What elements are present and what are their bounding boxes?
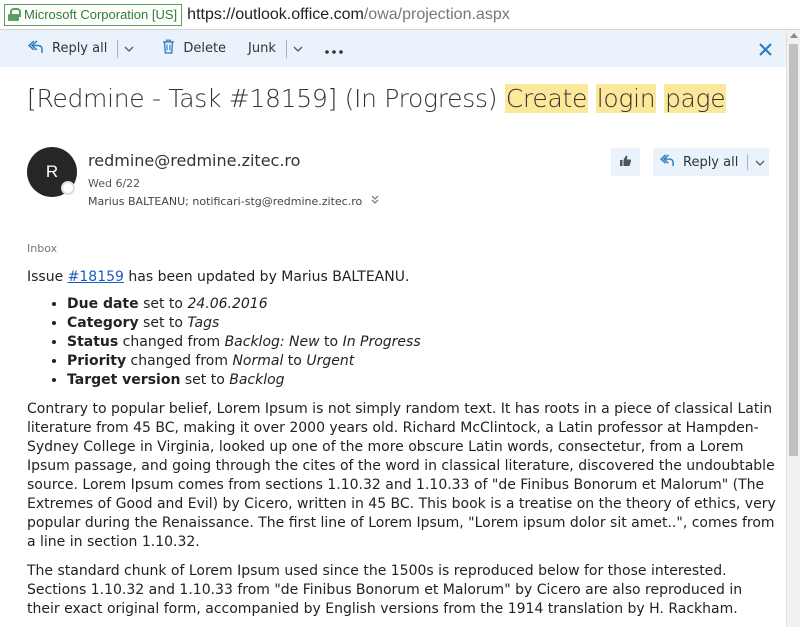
like-icon [619,154,632,171]
reply-all-message-button[interactable]: Reply all [653,148,769,176]
address-bar[interactable]: Microsoft Corporation [US] https://outlo… [0,0,800,30]
body-paragraph: Contrary to popular belief, Lorem Ipsum … [27,401,776,550]
lock-icon [8,8,21,21]
list-item: Status changed from Backlog: New to In P… [67,333,779,352]
trash-icon [162,39,175,58]
presence-status-icon [61,181,75,195]
field-value: In Progress [342,334,421,350]
list-item: Due date set to 24.06.2016 [67,295,779,314]
vertical-scrollbar[interactable] [786,30,800,627]
reply-all-label: Reply all [52,41,108,56]
sender-address[interactable]: redmine@redmine.zitec.ro [88,151,300,170]
subject-highlight: page [663,84,727,113]
recipients: Marius BALTEANU; notificari-stg@redmine.… [88,195,379,208]
divider [747,154,749,170]
email-body: Issue #18159 has been updated by Marius … [27,268,779,627]
change-text: changed from [118,334,225,350]
close-icon[interactable] [759,37,772,61]
junk-button[interactable]: Junk [248,30,276,67]
more-icon[interactable] [325,38,343,59]
field-name: Priority [67,353,127,369]
change-text: set to [180,372,230,388]
list-item: Category set to Tags [67,314,779,333]
list-item: Priority changed from Normal to Urgent [67,352,779,371]
reply-all-icon [659,153,675,171]
email-subject: [Redmine - Task #18159] (In Progress) Cr… [27,84,727,113]
subject-prefix: [Redmine - Task #18159] (In Progress) [27,84,505,113]
url-base: https://outlook.office.com [187,5,364,23]
change-text: changed from [126,353,233,369]
reply-all-button[interactable]: Reply all [27,30,108,67]
recipients-list: Marius BALTEANU; notificari-stg@redmine.… [88,195,363,208]
field-name: Due date [67,296,139,312]
change-text: set to [138,296,188,312]
body-paragraph: The standard chunk of Lorem Ipsum used s… [27,563,743,617]
field-value: Tags [187,315,220,331]
security-badge[interactable]: Microsoft Corporation [US] [4,3,183,26]
field-value: Backlog [229,372,285,388]
change-text: to [283,353,307,369]
divider [117,39,119,58]
field-value: 24.06.2016 [187,296,268,312]
field-value: Normal [232,353,284,369]
like-button[interactable] [611,148,640,176]
change-text: set to [138,315,188,331]
change-text: to [319,334,343,350]
command-bar: Reply all Delete Junk [0,30,786,67]
expand-recipients-icon[interactable] [371,195,379,208]
delete-button[interactable]: Delete [162,30,226,67]
issue-link[interactable]: #18159 [68,269,124,285]
field-value: Urgent [306,353,355,369]
url-text[interactable]: https://outlook.office.com/owa/projectio… [187,6,510,24]
scroll-up-arrow-icon[interactable] [790,33,798,38]
email-date: Wed 6/22 [88,177,141,190]
cert-label: Microsoft Corporation [US] [24,7,178,22]
change-list: Due date set to 24.06.2016 Category set … [67,295,779,390]
reply-all-icon [27,39,44,58]
field-name: Status [67,334,119,350]
field-name: Category [67,315,139,331]
url-path: /owa/projection.aspx [363,5,510,23]
list-item: Target version set to Backlog [67,371,779,390]
field-value: Backlog: New [224,334,320,350]
reply-all-message-label: Reply all [683,154,739,170]
intro-text: Issue [27,269,68,285]
junk-label: Junk [248,41,276,56]
scroll-thumb[interactable] [789,44,798,456]
chevron-down-icon[interactable] [124,42,134,55]
chevron-down-icon[interactable] [293,42,303,55]
delete-label: Delete [183,41,227,56]
update-summary: Issue #18159 has been updated by Marius … [27,268,779,287]
intro-text: has been updated by Marius BALTEANU. [123,269,410,285]
chevron-down-icon[interactable] [755,156,765,169]
folder-label: Inbox [27,242,58,255]
field-name: Target version [67,372,181,388]
subject-highlight: login [595,84,657,113]
divider [285,39,287,58]
subject-highlight: Create [504,84,589,113]
